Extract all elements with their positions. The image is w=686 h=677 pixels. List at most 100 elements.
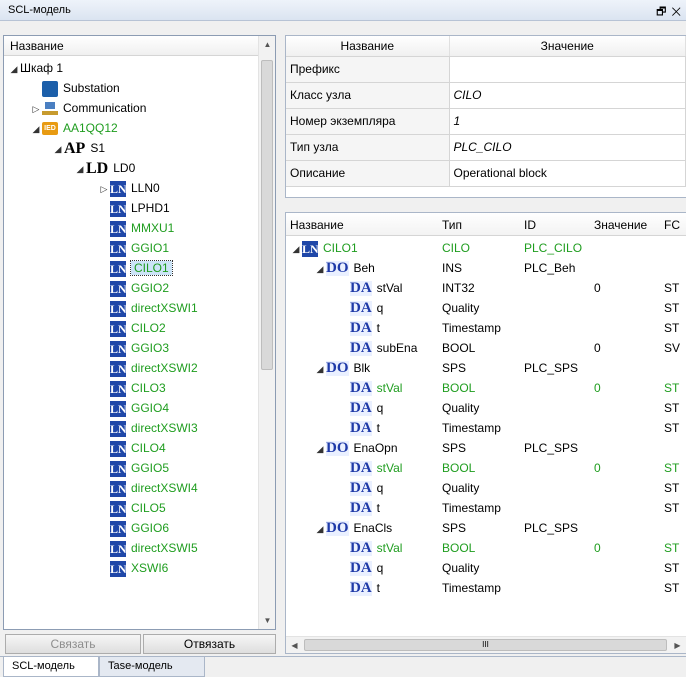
grid-row[interactable]: ◢ DO EnaCls SPS PLC_SPS	[286, 518, 686, 538]
expand-icon[interactable]: ▷	[98, 179, 110, 199]
tree-item-mmxu1[interactable]: LN MMXU1	[98, 218, 174, 238]
da-icon: DA	[350, 500, 372, 517]
property-row[interactable]: Описание Operational block	[286, 160, 686, 187]
tree-item-ld0[interactable]: ◢ LD LD0	[74, 158, 136, 179]
tree-item-lphd1[interactable]: LN LPHD1	[98, 198, 170, 218]
do-icon: DO	[326, 260, 349, 277]
scroll-left-icon[interactable]: ◀	[286, 637, 303, 653]
close-icon[interactable]: ✕	[671, 6, 682, 18]
tree-item-cilo3[interactable]: LN CILO3	[98, 378, 166, 398]
tree-item-directxswi5[interactable]: LN directXSWI5	[98, 538, 198, 558]
grid-hscrollbar[interactable]: ◀ III ▶	[286, 636, 686, 653]
da-icon: DA	[350, 340, 372, 357]
tree-item-шкаф-1[interactable]: ◢ Шкаф 1	[8, 58, 64, 79]
grid-header-value[interactable]: Значение	[594, 218, 647, 232]
collapse-icon[interactable]: ◢	[314, 359, 326, 379]
expand-icon[interactable]: ▷	[30, 99, 42, 119]
tree-item-ggio2[interactable]: LN GGIO2	[98, 278, 169, 298]
tree-panel: Название ◢ Шкаф 1 Substation ▷ Communication…	[3, 35, 276, 630]
property-value[interactable]	[449, 56, 686, 83]
collapse-icon[interactable]: ◢	[314, 519, 326, 539]
attributes-grid: Название Тип ID Значение FC ◢ LN CILO1 CILO…	[285, 212, 686, 654]
prop-header-name[interactable]: Название	[286, 36, 450, 57]
grid-name-label: q	[376, 481, 384, 495]
tree-item-cilo2[interactable]: LN CILO2	[98, 318, 166, 338]
grid-header-fc[interactable]: FC	[664, 218, 680, 232]
tree-item-cilo5[interactable]: LN CILO5	[98, 498, 166, 518]
grid-header-name[interactable]: Название	[290, 218, 344, 232]
collapse-icon[interactable]: ◢	[8, 59, 20, 79]
tree-item-directxswi2[interactable]: LN directXSWI2	[98, 358, 198, 378]
tree-item-aa1qq12[interactable]: ◢ IED AA1QQ12	[30, 118, 118, 138]
grid-row[interactable]: DA q Quality ST	[286, 558, 686, 578]
restore-icon[interactable]: 🗗	[656, 6, 667, 18]
h-scroll-thumb[interactable]: III	[304, 639, 667, 651]
tree-item-ggio5[interactable]: LN GGIO5	[98, 458, 169, 478]
property-value[interactable]: PLC_CILO	[449, 134, 686, 161]
grid-row[interactable]: DA stVal BOOL 0 ST	[286, 538, 686, 558]
tree-item-communication[interactable]: ▷ Communication	[30, 98, 147, 119]
tree-item-label: directXSWI5	[131, 541, 198, 555]
collapse-icon[interactable]: ◢	[74, 159, 86, 179]
tree-item-ggio6[interactable]: LN GGIO6	[98, 518, 169, 538]
grid-row[interactable]: ◢ DO EnaOpn SPS PLC_SPS	[286, 438, 686, 458]
collapse-icon[interactable]: ◢	[314, 259, 326, 279]
grid-row[interactable]: DA stVal BOOL 0 ST	[286, 378, 686, 398]
grid-row[interactable]: DA stVal INT32 0 ST	[286, 278, 686, 298]
prop-header-value[interactable]: Значение	[449, 36, 686, 57]
tree-item-directxswi4[interactable]: LN directXSWI4	[98, 478, 198, 498]
property-value[interactable]: 1	[449, 108, 686, 135]
tree-item-s1[interactable]: ◢ AP S1	[52, 138, 105, 158]
grid-row[interactable]: ◢ LN CILO1 CILO PLC_CILO	[286, 238, 686, 258]
grid-row[interactable]: DA q Quality ST	[286, 398, 686, 418]
tree-scrollbar[interactable]: ▲ ▼	[258, 36, 275, 629]
scroll-down-icon[interactable]: ▼	[259, 612, 276, 629]
property-row[interactable]: Тип узла PLC_CILO	[286, 134, 686, 161]
logical-node-icon: LN	[110, 560, 127, 577]
grid-row[interactable]: DA t Timestamp ST	[286, 578, 686, 598]
tab-tase-model[interactable]: Tase-модель	[99, 657, 205, 677]
grid-header-type[interactable]: Тип	[442, 218, 462, 232]
grid-cell-type: Quality	[442, 481, 480, 495]
tree-item-cilo4[interactable]: LN CILO4	[98, 438, 166, 458]
grid-name-label: stVal	[376, 461, 403, 475]
collapse-icon[interactable]: ◢	[314, 439, 326, 459]
scroll-right-icon[interactable]: ▶	[669, 637, 686, 653]
collapse-icon[interactable]: ◢	[30, 119, 42, 139]
grid-header: Название Тип ID Значение FC	[286, 213, 686, 236]
tree-item-substation[interactable]: Substation	[30, 78, 120, 98]
tree-item-ggio4[interactable]: LN GGIO4	[98, 398, 169, 418]
grid-cell-type: BOOL	[442, 461, 476, 475]
unbind-button[interactable]: Отвязать	[143, 634, 276, 654]
tree-item-directxswi3[interactable]: LN directXSWI3	[98, 418, 198, 438]
scroll-thumb[interactable]	[261, 60, 273, 370]
grid-row[interactable]: DA t Timestamp ST	[286, 318, 686, 338]
grid-header-id[interactable]: ID	[524, 218, 536, 232]
grid-row[interactable]: DA q Quality ST	[286, 478, 686, 498]
tree-item-xswi6[interactable]: LN XSWI6	[98, 558, 168, 578]
tree-item-ggio3[interactable]: LN GGIO3	[98, 338, 169, 358]
property-row[interactable]: Класс узла CILO	[286, 82, 686, 109]
property-row[interactable]: Номер экземпляра 1	[286, 108, 686, 135]
bind-button[interactable]: Связать	[5, 634, 141, 654]
property-value[interactable]: Operational block	[449, 160, 686, 187]
collapse-icon[interactable]: ◢	[290, 239, 302, 259]
grid-row[interactable]: ◢ DO Blk SPS PLC_SPS	[286, 358, 686, 378]
grid-row[interactable]: DA t Timestamp ST	[286, 498, 686, 518]
tree-item-cilo1[interactable]: LN CILO1	[98, 258, 173, 278]
da-icon: DA	[350, 400, 372, 417]
tree-item-directxswi1[interactable]: LN directXSWI1	[98, 298, 198, 318]
collapse-icon[interactable]: ◢	[52, 139, 64, 159]
scroll-up-icon[interactable]: ▲	[259, 36, 276, 53]
tree-item-lln0[interactable]: ▷ LN LLN0	[98, 178, 160, 198]
tab-scl-model[interactable]: SCL-модель	[3, 657, 99, 677]
property-value[interactable]: CILO	[449, 82, 686, 109]
grid-row[interactable]: DA q Quality ST	[286, 298, 686, 318]
grid-row[interactable]: DA stVal BOOL 0 ST	[286, 458, 686, 478]
tree-header[interactable]: Название	[4, 36, 275, 56]
grid-row[interactable]: DA t Timestamp ST	[286, 418, 686, 438]
property-row[interactable]: Префикс	[286, 56, 686, 83]
tree-item-ggio1[interactable]: LN GGIO1	[98, 238, 169, 258]
grid-row[interactable]: ◢ DO Beh INS PLC_Beh	[286, 258, 686, 278]
grid-row[interactable]: DA subEna BOOL 0 SV	[286, 338, 686, 358]
